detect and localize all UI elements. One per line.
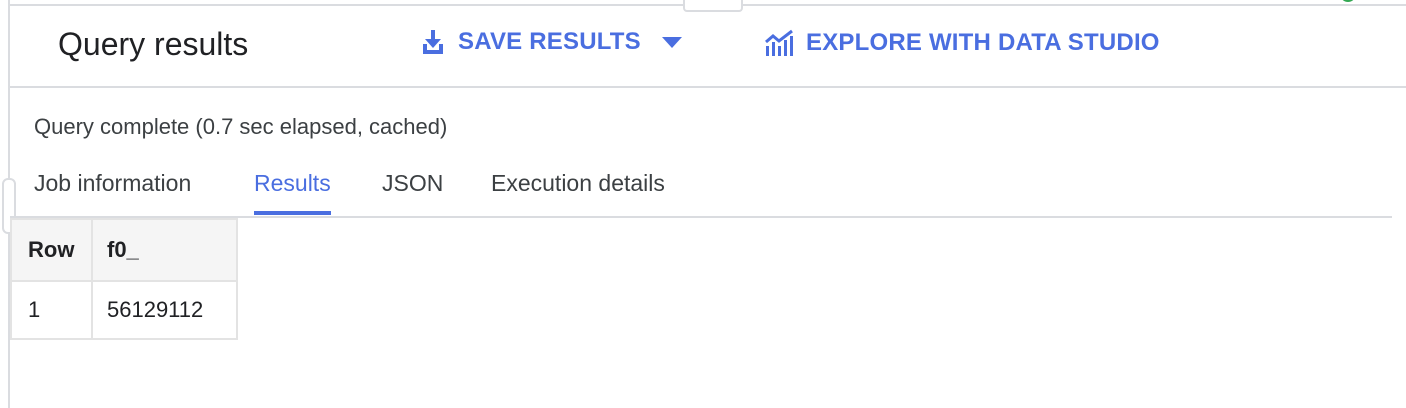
- table-header-row: Row f0_: [10, 218, 238, 282]
- results-tabs: Job information Results JSON Execution d…: [10, 160, 1392, 218]
- row-number-cell: 1: [10, 280, 93, 340]
- query-results-panel: Query results SAVE RESULTS EXPLORE WITH …: [0, 0, 1406, 408]
- tab-json[interactable]: JSON: [382, 170, 443, 211]
- value-cell: 56129112: [91, 280, 238, 340]
- explore-label: EXPLORE WITH DATA STUDIO: [806, 29, 1160, 56]
- tab-execution-details[interactable]: Execution details: [491, 170, 665, 211]
- column-header-row: Row: [10, 218, 93, 282]
- column-header-f0: f0_: [91, 218, 238, 282]
- caret-down-icon[interactable]: [661, 35, 683, 49]
- query-status-text: Query complete (0.7 sec elapsed, cached): [34, 114, 448, 139]
- page-title: Query results: [58, 26, 249, 62]
- table-row: 1 56129112: [10, 280, 238, 340]
- explore-data-studio-button[interactable]: EXPLORE WITH DATA STUDIO: [764, 28, 1160, 58]
- save-results-button[interactable]: SAVE RESULTS: [420, 28, 683, 56]
- download-icon: [420, 28, 446, 56]
- save-results-label: SAVE RESULTS: [458, 28, 641, 55]
- tab-job-information[interactable]: Job information: [34, 170, 191, 211]
- tab-results[interactable]: Results: [254, 170, 331, 215]
- chart-icon: [764, 28, 794, 58]
- results-header: Query results SAVE RESULTS EXPLORE WITH …: [10, 6, 1406, 88]
- results-table: Row f0_ 1 56129112: [10, 218, 238, 340]
- status-indicator-icon: [1340, 0, 1356, 2]
